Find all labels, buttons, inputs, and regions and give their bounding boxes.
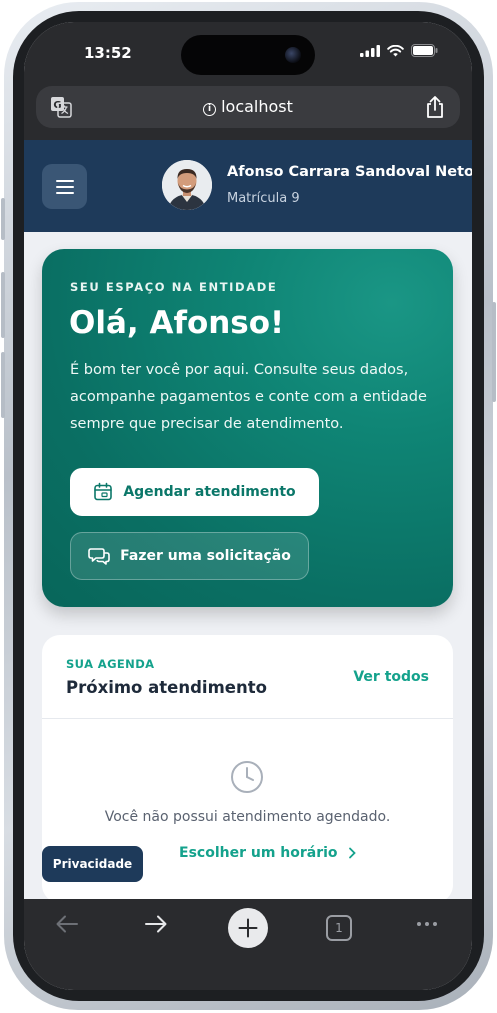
user-photo-icon (162, 160, 212, 210)
phone-side-button (1, 352, 5, 418)
welcome-title: Olá, Afonso! (69, 305, 285, 341)
agenda-title: Próximo atendimento (66, 678, 267, 697)
make-request-label: Fazer uma solicitação (120, 548, 291, 564)
address-bar[interactable]: G i localhost (36, 86, 460, 128)
choose-time-label: Escolher um horário (179, 845, 338, 861)
phone-side-button (1, 272, 5, 338)
forward-arrow-icon[interactable] (143, 911, 169, 937)
menu-line (55, 185, 74, 188)
status-icons (360, 44, 438, 57)
clock-icon (231, 761, 263, 793)
user-registration: Matrícula 9 (227, 191, 300, 206)
back-arrow-icon[interactable] (54, 911, 80, 937)
url-display[interactable]: i localhost (36, 97, 460, 116)
menu-line (55, 179, 74, 182)
welcome-eyebrow: SEU ESPAÇO NA ENTIDADE (70, 280, 278, 294)
app-header: Afonso Carrara Sandoval Neto Matrícula 9 (24, 140, 472, 232)
privacy-button[interactable]: Privacidade (42, 846, 143, 882)
new-tab-button[interactable] (228, 908, 268, 948)
welcome-text: É bom ter você por aqui. Consulte seus d… (70, 362, 427, 432)
menu-line (55, 191, 74, 194)
status-bar: 13:52 (24, 22, 472, 86)
browser-toolbar: 1 (24, 899, 472, 990)
chevron-right-icon (348, 847, 356, 859)
avatar[interactable] (162, 160, 212, 210)
phone-screen: 13:52 G i localhost Afonso Carrara Sando… (24, 22, 472, 990)
phone-side-button (1, 198, 5, 240)
make-request-button[interactable]: Fazer uma solicitação (70, 532, 309, 580)
divider (42, 718, 453, 719)
plus-icon (238, 918, 258, 938)
battery-icon (411, 44, 438, 57)
browser-address-area: G i localhost (24, 86, 472, 140)
see-all-link[interactable]: Ver todos (353, 669, 429, 685)
empty-agenda-message: Você não possui atendimento agendado. (104, 809, 391, 825)
signal-icon (360, 44, 380, 57)
wifi-icon (387, 44, 404, 56)
hamburger-menu-button[interactable] (42, 164, 87, 209)
calendar-icon (94, 482, 113, 501)
info-icon[interactable]: i (203, 103, 217, 116)
url-text: localhost (221, 97, 293, 116)
agenda-eyebrow: SUA AGENDA (66, 657, 155, 671)
phone-side-button (492, 302, 496, 402)
schedule-appointment-label: Agendar atendimento (123, 484, 296, 500)
share-icon[interactable] (424, 95, 446, 119)
dynamic-island (181, 35, 315, 75)
camera-icon (285, 47, 301, 63)
more-options-icon[interactable] (416, 921, 438, 927)
welcome-card: SEU ESPAÇO NA ENTIDADE Olá, Afonso! É bo… (42, 249, 453, 607)
status-time: 13:52 (84, 44, 132, 62)
tabs-button[interactable]: 1 (326, 915, 352, 941)
chat-bubbles-icon (88, 548, 110, 565)
user-name: Afonso Carrara Sandoval Neto (227, 164, 472, 180)
choose-time-link[interactable]: Escolher um horário (179, 845, 356, 861)
schedule-appointment-button[interactable]: Agendar atendimento (70, 468, 319, 516)
